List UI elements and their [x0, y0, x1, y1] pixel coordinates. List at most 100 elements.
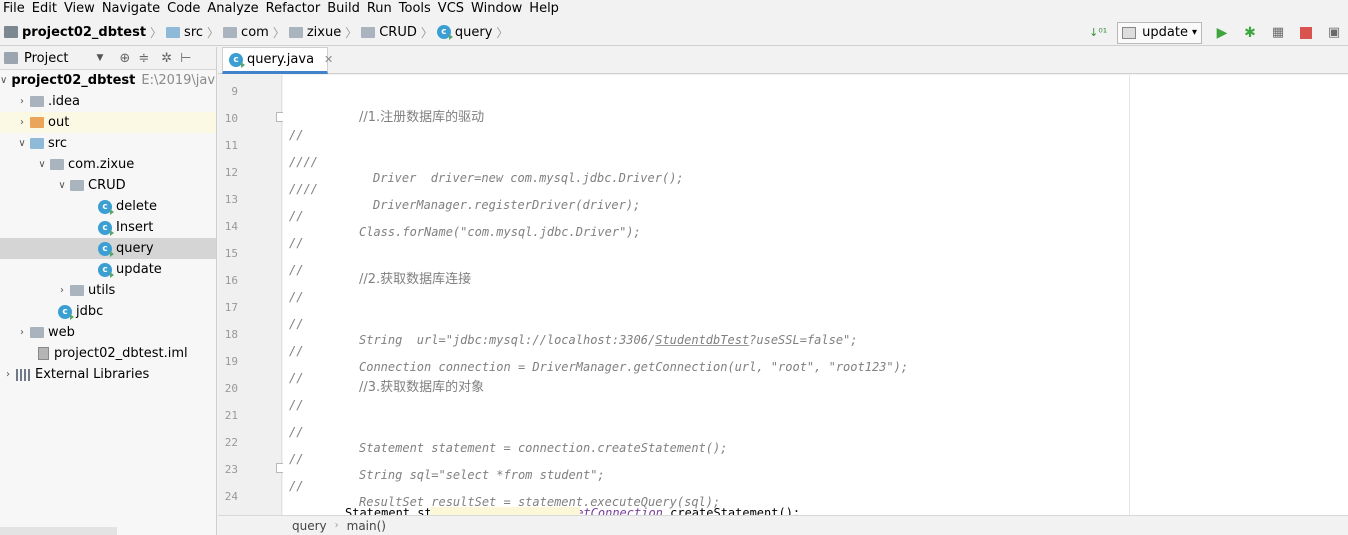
- nav-crumb-src[interactable]: src 〉: [162, 24, 219, 41]
- breadcrumb-class[interactable]: query: [292, 519, 327, 533]
- chevron-right-icon[interactable]: ›: [14, 117, 30, 128]
- package-icon: [361, 26, 376, 38]
- nav-crumb-label: project02_dbtest: [22, 24, 147, 40]
- class-icon: c: [98, 199, 114, 215]
- comment-text: String url="jdbc:mysql://localhost:3306/…: [359, 332, 858, 348]
- menu-analyze[interactable]: Analyze: [204, 0, 262, 18]
- tree-item-label: utils: [88, 283, 116, 298]
- tree-item-utils[interactable]: › utils: [0, 280, 216, 301]
- chevron-down-icon[interactable]: ∨: [0, 75, 7, 86]
- stop-icon[interactable]: [1298, 25, 1314, 41]
- breadcrumb-method[interactable]: main(): [347, 519, 386, 533]
- tree-item-delete[interactable]: c delete: [0, 196, 216, 217]
- chevron-down-icon[interactable]: ∨: [54, 180, 70, 191]
- class-icon: c: [436, 25, 453, 40]
- locate-icon[interactable]: ⊕: [119, 51, 130, 66]
- menu-vcs[interactable]: VCS: [435, 0, 468, 18]
- build-project-icon[interactable]: ↓⁰¹: [1089, 25, 1107, 41]
- tree-item-label: out: [48, 115, 70, 130]
- menu-view[interactable]: View: [61, 0, 99, 18]
- menu-run[interactable]: Run: [364, 0, 396, 18]
- nav-crumb-com[interactable]: com 〉: [219, 24, 285, 41]
- coverage-icon[interactable]: ▦: [1270, 25, 1286, 41]
- project-view-select[interactable]: Project: [24, 51, 68, 66]
- tree-item-label: Insert: [116, 220, 154, 235]
- menu-navigate[interactable]: Navigate: [99, 0, 164, 18]
- project-panel-header: Project ▼ ⊕ ≑ ✲ ⊢: [0, 47, 216, 70]
- chevron-down-icon[interactable]: ▼: [96, 53, 103, 63]
- tree-item-com-zixue[interactable]: ∨ com.zixue: [0, 154, 216, 175]
- comment-text: Statement statement = connection.createS…: [359, 441, 728, 455]
- tree-item-label: project02_dbtest.iml: [54, 346, 188, 361]
- run-config-icon: [1122, 26, 1137, 39]
- tree-item-iml[interactable]: project02_dbtest.iml: [0, 343, 216, 364]
- library-icon: [16, 368, 30, 381]
- menu-tools[interactable]: Tools: [396, 0, 435, 18]
- menu-refactor[interactable]: Refactor: [263, 0, 325, 18]
- nav-crumb-project[interactable]: project02_dbtest 〉: [0, 24, 162, 41]
- run-icon[interactable]: ▶: [1214, 25, 1230, 41]
- chevron-right-icon: ›: [334, 520, 339, 531]
- tree-item-label: CRUD: [88, 178, 126, 193]
- chevron-right-icon[interactable]: ›: [14, 327, 30, 338]
- nav-crumb-zixue[interactable]: zixue 〉: [285, 24, 357, 41]
- tree-item-insert[interactable]: c Insert: [0, 217, 216, 238]
- chevron-right-icon: 〉: [345, 25, 358, 40]
- tree-item-out[interactable]: › out: [0, 112, 216, 133]
- project-structure-icon[interactable]: ▣: [1326, 25, 1342, 41]
- line-number: 20: [224, 382, 238, 395]
- caret-row-highlight: [430, 507, 580, 515]
- nav-crumb-label: CRUD: [379, 24, 417, 40]
- tree-item-idea[interactable]: › .idea: [0, 91, 216, 112]
- chevron-right-icon: 〉: [420, 25, 433, 40]
- chevron-down-icon[interactable]: ∨: [34, 159, 50, 170]
- chevron-down-icon[interactable]: ∨: [14, 138, 30, 149]
- editor-breadcrumb: query › main(): [218, 515, 1348, 535]
- run-configuration-select[interactable]: update ▾: [1117, 21, 1202, 44]
- line-number: 16: [224, 274, 238, 287]
- line-number: 21: [224, 409, 238, 422]
- gear-icon[interactable]: ✲: [161, 51, 172, 66]
- chevron-right-icon[interactable]: ›: [14, 96, 30, 107]
- tree-item-src[interactable]: ∨ src: [0, 133, 216, 154]
- menu-file[interactable]: File: [0, 0, 29, 18]
- menu-code[interactable]: Code: [164, 0, 204, 18]
- line-number: 15: [224, 247, 238, 260]
- chevron-right-icon[interactable]: ›: [54, 285, 70, 296]
- tree-item-update[interactable]: c update: [0, 259, 216, 280]
- menu-window[interactable]: Window: [468, 0, 526, 18]
- folder-icon: [30, 96, 44, 107]
- tree-item-external-libraries[interactable]: › External Libraries: [0, 364, 216, 385]
- tree-item-label: External Libraries: [35, 367, 150, 382]
- class-icon: c: [229, 52, 245, 68]
- collapse-all-icon[interactable]: ≑: [138, 51, 149, 66]
- nav-crumb-query[interactable]: c query 〉: [433, 24, 508, 41]
- code-editor[interactable]: // //1.注册数据库的驱动 //// Driver driver=new c…: [283, 75, 1348, 520]
- nav-crumb-crud[interactable]: CRUD 〉: [357, 24, 433, 41]
- menu-edit[interactable]: Edit: [29, 0, 61, 18]
- line-number: 22: [224, 436, 238, 449]
- close-icon[interactable]: ✕: [324, 53, 333, 66]
- editor-gutter: 9 10 11 12 13 14 15 16 17 18 19 20 21 22…: [218, 75, 287, 515]
- tree-item-web[interactable]: › web: [0, 322, 216, 343]
- chevron-right-icon[interactable]: ›: [0, 369, 16, 380]
- comment-text: //3.获取数据库的对象: [359, 380, 485, 395]
- tree-item-query[interactable]: c query: [0, 238, 216, 259]
- comment-text: DriverManager.registerDriver(driver);: [373, 198, 641, 212]
- tree-item-project-root[interactable]: ∨ project02_dbtest E:\2019\javaw: [0, 70, 216, 91]
- module-file-icon: [38, 347, 49, 360]
- nav-crumb-label: zixue: [306, 24, 342, 40]
- package-icon: [50, 159, 64, 170]
- menu-help[interactable]: Help: [526, 0, 563, 18]
- tree-item-jdbc[interactable]: c jdbc: [0, 301, 216, 322]
- tree-item-crud[interactable]: ∨ CRUD: [0, 175, 216, 196]
- folder-icon: [166, 26, 181, 38]
- line-number: 18: [224, 328, 238, 341]
- tab-query-java[interactable]: c query.java ✕: [222, 47, 333, 74]
- tree-item-label: web: [48, 325, 75, 340]
- menu-build[interactable]: Build: [324, 0, 364, 18]
- comment-text: Driver driver=new com.mysql.jdbc.Driver(…: [373, 171, 684, 185]
- debug-icon[interactable]: ✱: [1242, 25, 1258, 41]
- horizontal-scrollbar[interactable]: [0, 527, 117, 535]
- hide-panel-icon[interactable]: ⊢: [180, 51, 191, 66]
